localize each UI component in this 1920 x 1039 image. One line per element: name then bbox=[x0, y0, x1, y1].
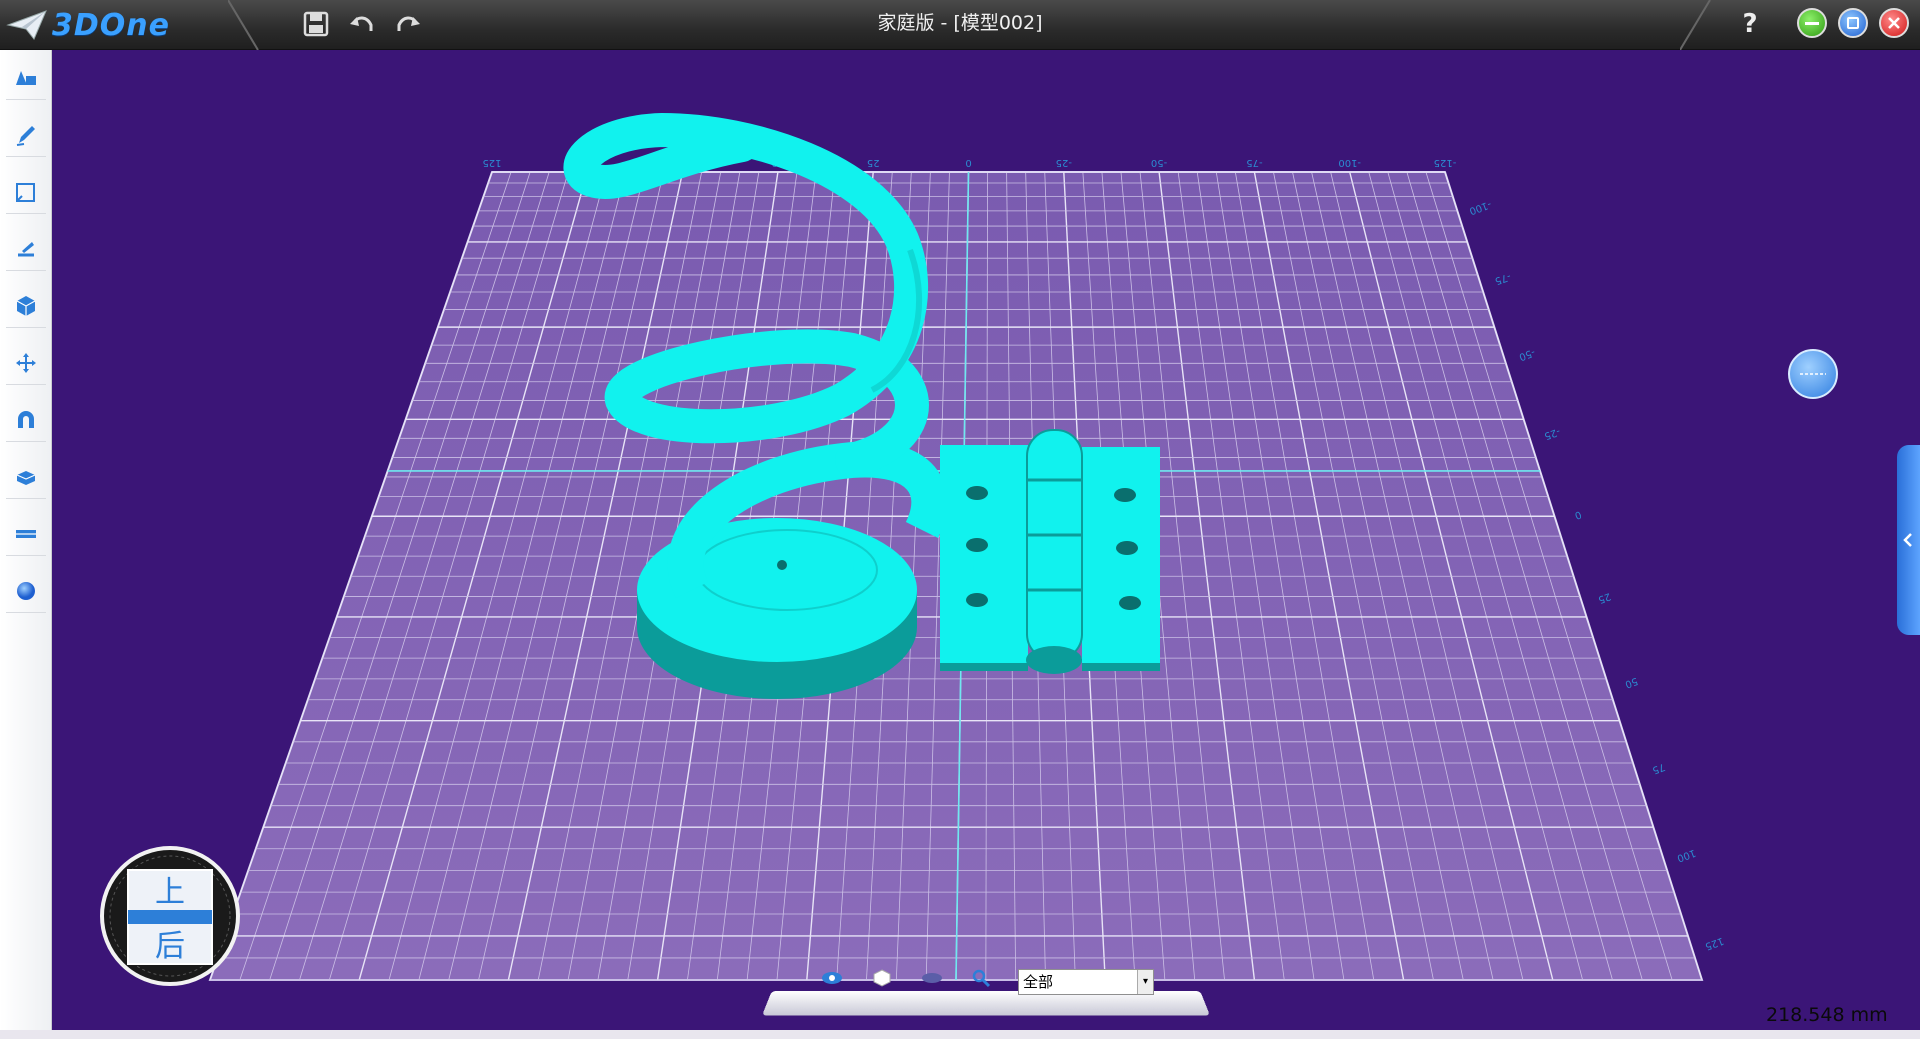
basic-solid-icon bbox=[16, 70, 36, 85]
save-button[interactable] bbox=[300, 6, 332, 42]
restore-button[interactable] bbox=[1838, 8, 1868, 38]
eye-icon[interactable] bbox=[820, 968, 844, 988]
undo-icon bbox=[350, 16, 373, 31]
grid-label-top: -100 bbox=[1338, 157, 1361, 168]
grid-label-right: 0 bbox=[1573, 508, 1583, 521]
close-button[interactable] bbox=[1879, 8, 1909, 38]
grid-label-top: 0 bbox=[965, 157, 971, 168]
app-logo: 3DOne bbox=[6, 6, 170, 44]
sketch-edit-icon bbox=[18, 241, 34, 256]
magnet-icon bbox=[18, 410, 34, 428]
status-bar bbox=[0, 1030, 1920, 1039]
combine-icon bbox=[16, 470, 36, 485]
command-toolbar bbox=[0, 50, 52, 1030]
grid-label-right: -100 bbox=[1468, 198, 1493, 216]
grid-label-right: 25 bbox=[1596, 590, 1612, 605]
cube-icon bbox=[16, 295, 36, 316]
view-cube[interactable]: 上 后 bbox=[100, 846, 240, 986]
material-tool[interactable] bbox=[6, 569, 46, 613]
navigation-orb[interactable] bbox=[1788, 349, 1838, 399]
logo-text: 3DOne bbox=[52, 7, 170, 43]
minimize-button[interactable] bbox=[1797, 8, 1827, 38]
side-panel-toggle[interactable] bbox=[1897, 445, 1920, 635]
title-divider bbox=[228, 0, 259, 50]
measure-tool[interactable] bbox=[6, 512, 46, 556]
ruler-icon bbox=[16, 529, 36, 538]
grid-label-top: 125 bbox=[482, 157, 501, 168]
viewcube-back-face[interactable]: 后 bbox=[155, 929, 185, 964]
sketch-edit-tool[interactable] bbox=[6, 227, 46, 271]
grid-label-top: -75 bbox=[1246, 157, 1262, 168]
redo-icon bbox=[397, 16, 420, 31]
grid-label-top: -125 bbox=[1434, 157, 1457, 168]
grid-label-right: -50 bbox=[1517, 346, 1536, 362]
filter-icons bbox=[820, 968, 994, 988]
3d-viewport[interactable]: 125 100 75 50 25 0 -25 -50 -75 -100 -125 -100 -75 -5… bbox=[52, 50, 1920, 1030]
filter-selected-value: 全部 bbox=[1023, 973, 1054, 991]
search-icon[interactable] bbox=[970, 968, 994, 988]
dimension-readout: 218.548 mm bbox=[1766, 1004, 1888, 1026]
transform-tool[interactable] bbox=[6, 341, 46, 385]
restore-icon bbox=[1847, 17, 1859, 29]
grid-label-right: 100 bbox=[1675, 847, 1697, 864]
cube-filter-icon[interactable] bbox=[870, 968, 894, 988]
grid-label-right: 75 bbox=[1651, 761, 1667, 776]
close-icon bbox=[1888, 17, 1900, 29]
sketch-plane-icon bbox=[16, 182, 35, 202]
sketch-plane-tool[interactable] bbox=[6, 170, 46, 214]
minimize-icon bbox=[1805, 21, 1819, 25]
chevron-left-icon bbox=[1903, 533, 1912, 547]
filter-select[interactable]: 全部 ▾ bbox=[1018, 969, 1154, 995]
redo-button[interactable] bbox=[392, 6, 424, 42]
grid-label-top: -50 bbox=[1151, 157, 1167, 168]
grid-label-right: 125 bbox=[1703, 935, 1725, 952]
feature-tool[interactable] bbox=[6, 284, 46, 328]
paper-plane-icon bbox=[6, 10, 47, 40]
grid-label-right: -25 bbox=[1542, 425, 1561, 441]
magnet-tool[interactable] bbox=[6, 398, 46, 442]
sphere-icon bbox=[17, 581, 35, 600]
grid-label-right: -75 bbox=[1493, 270, 1512, 286]
window-title: 家庭版 - [模型002] bbox=[877, 12, 1043, 34]
orbit-icon bbox=[1800, 373, 1826, 375]
title-bar: 3DOne 家庭版 - [模型002] ? bbox=[0, 0, 1920, 50]
pencil-icon bbox=[16, 125, 35, 146]
scene-canvas[interactable]: 125 100 75 50 25 0 -25 -50 -75 -100 -125 -100 -75 -5… bbox=[52, 50, 1920, 1030]
grid-label-top: 25 bbox=[867, 157, 880, 168]
combine-tool[interactable] bbox=[6, 455, 46, 499]
undo-button[interactable] bbox=[346, 6, 378, 42]
sketch-tool[interactable] bbox=[6, 113, 46, 157]
grid-label-top: -25 bbox=[1056, 157, 1072, 168]
layer-icon[interactable] bbox=[920, 968, 944, 988]
move-arrows-icon bbox=[16, 352, 36, 373]
basic-solid-tool[interactable] bbox=[6, 56, 46, 100]
chevron-down-icon[interactable]: ▾ bbox=[1137, 970, 1153, 994]
viewcube-top-face[interactable]: 上 bbox=[155, 875, 185, 910]
quick-access-toolbar bbox=[300, 6, 424, 42]
save-icon bbox=[303, 11, 329, 37]
help-button[interactable]: ? bbox=[1735, 6, 1765, 42]
title-divider-right bbox=[1680, 0, 1711, 50]
hinge-model[interactable] bbox=[940, 429, 1160, 674]
grid-label-right: 50 bbox=[1623, 675, 1639, 690]
